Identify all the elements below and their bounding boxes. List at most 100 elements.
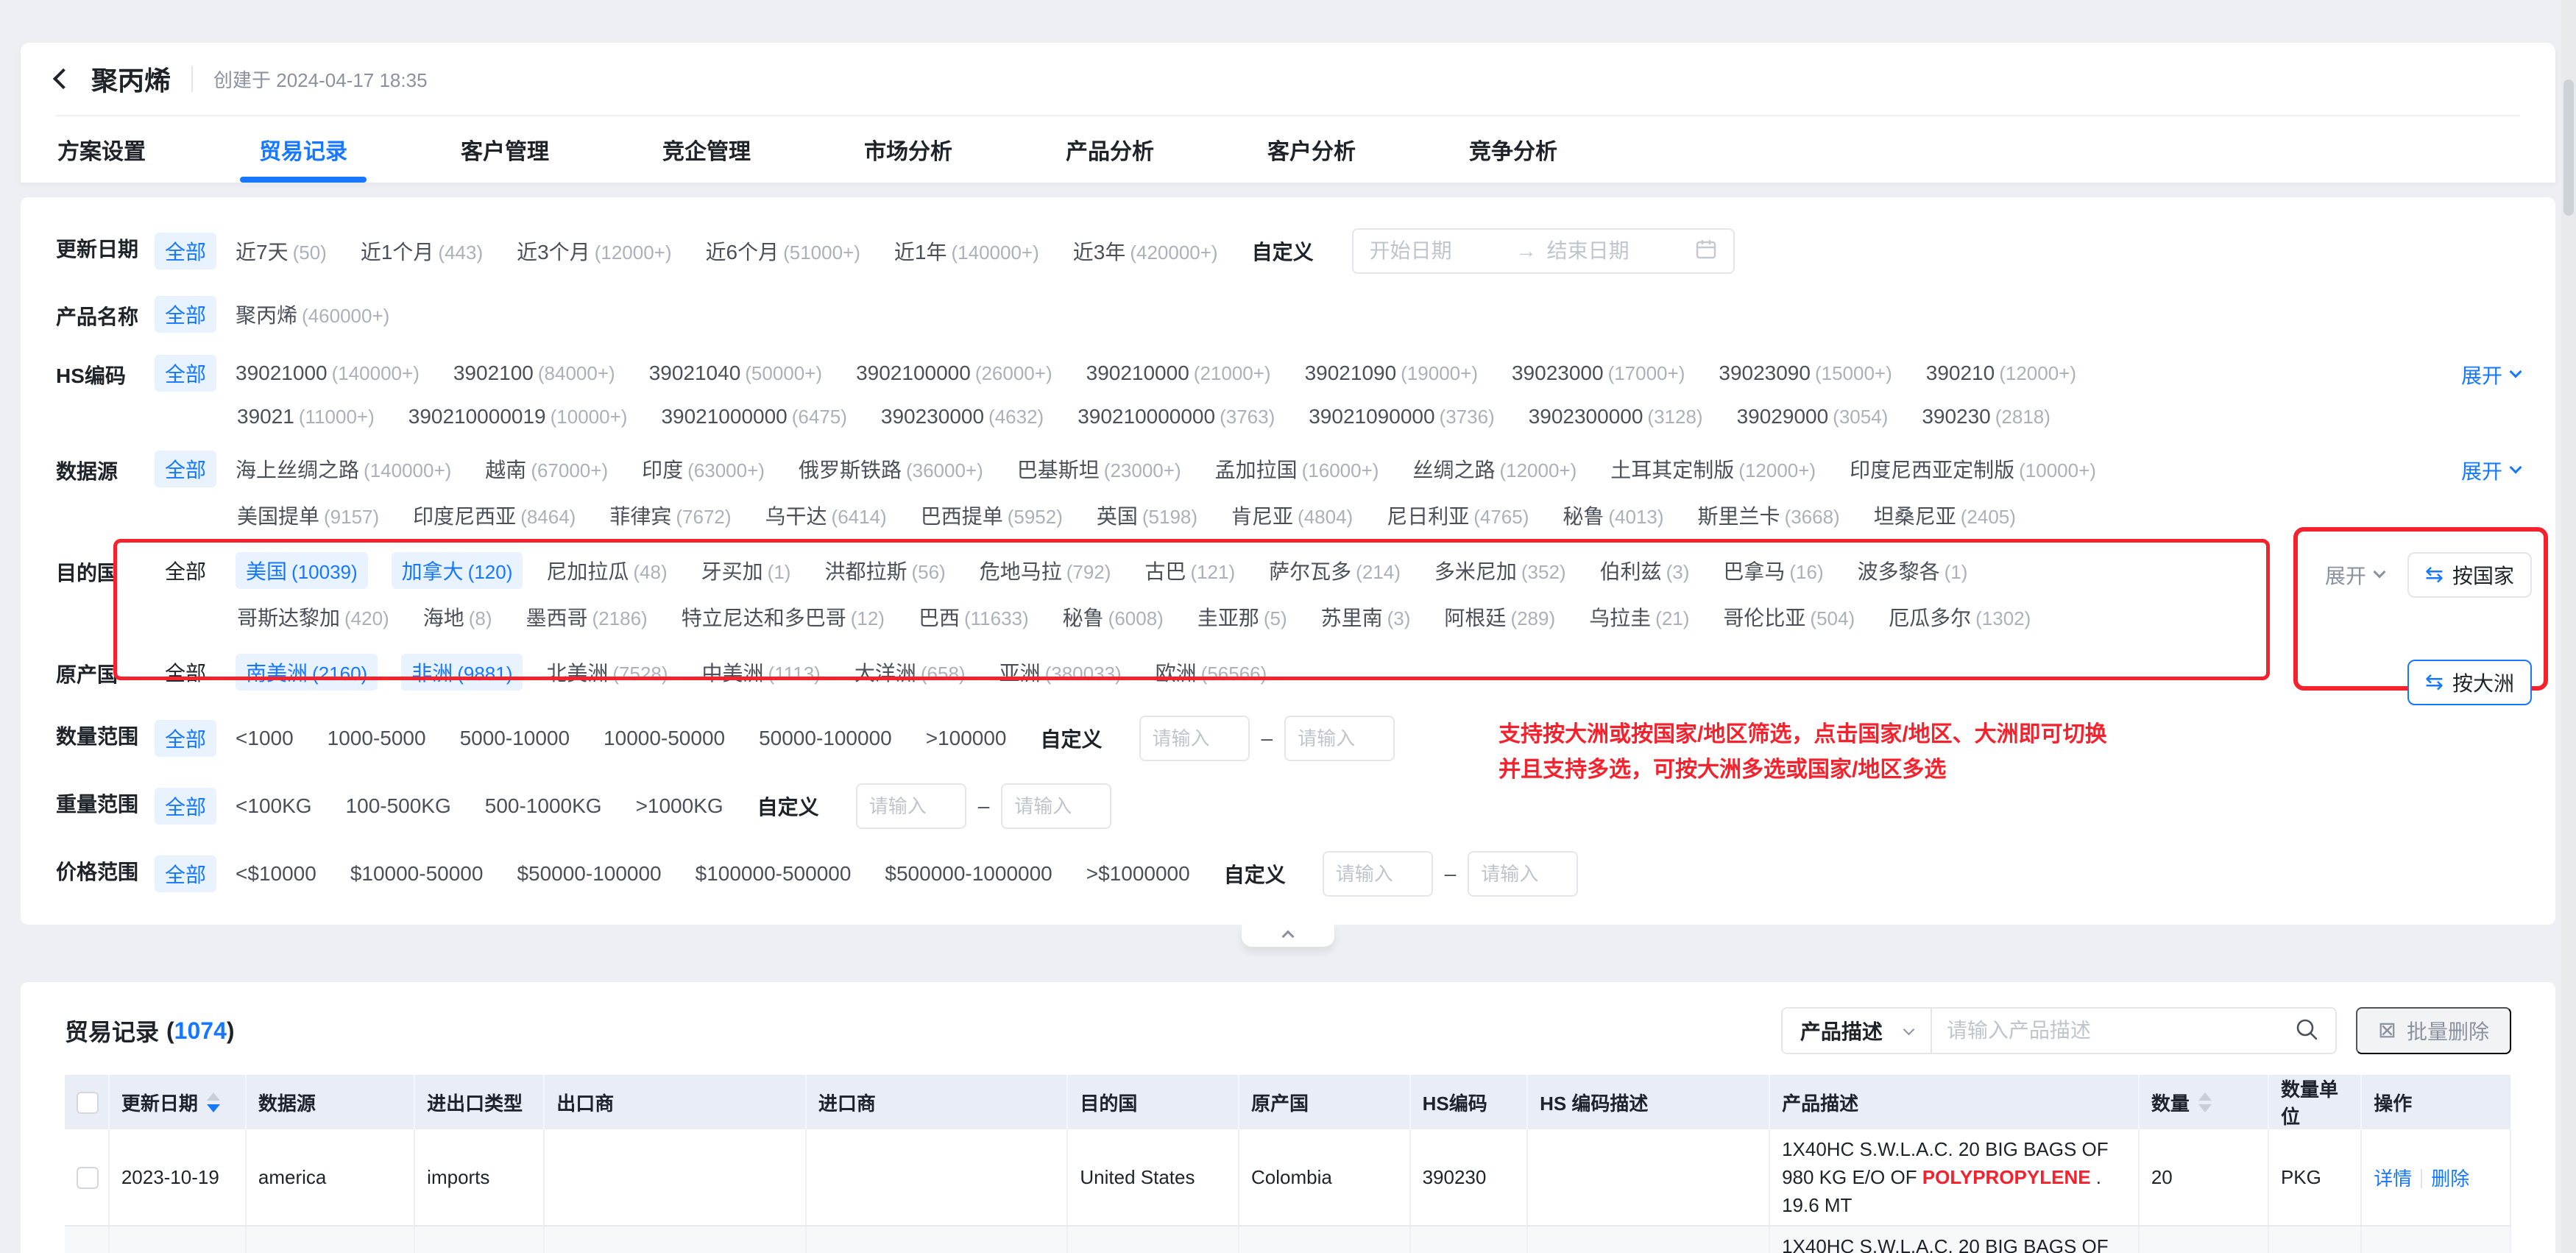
filter-all-tag[interactable]: 全部	[155, 355, 216, 392]
filter-option[interactable]: 危地马拉(792)	[980, 556, 1111, 585]
filter-all-tag[interactable]: 全部	[155, 720, 216, 757]
filter-option[interactable]: 近1年(140000+)	[894, 236, 1039, 266]
filter-option[interactable]: $10000-50000	[350, 862, 484, 886]
tab-item[interactable]: 竞企管理	[661, 116, 752, 183]
by-country-button[interactable]: ⇆按国家	[2407, 552, 2532, 598]
filter-option[interactable]: 阿根廷(289)	[1444, 602, 1555, 632]
filter-option[interactable]: 390210000000(3763)	[1078, 405, 1275, 428]
price-max-input[interactable]	[1468, 851, 1578, 897]
sort-desc-icon[interactable]	[2198, 1104, 2212, 1112]
filter-option[interactable]: 特立尼达和多巴哥(12)	[682, 602, 885, 632]
filter-option[interactable]: 近6个月(51000+)	[706, 236, 860, 266]
filter-option[interactable]: 秘鲁(4013)	[1563, 501, 1663, 530]
filter-option[interactable]: >$1000000	[1086, 862, 1190, 886]
filter-option[interactable]: 北美洲(7528)	[546, 657, 668, 687]
filter-all-tag[interactable]: 全部	[155, 451, 216, 487]
filter-option[interactable]: 50000-100000	[759, 727, 892, 750]
filter-option[interactable]: 39021040(50000+)	[649, 361, 822, 385]
sort-control[interactable]	[2198, 1093, 2212, 1112]
filter-option[interactable]: 美国(10039)	[236, 552, 368, 589]
filter-option[interactable]: 印度(63000+)	[642, 454, 765, 484]
filter-all-tag[interactable]: 全部	[155, 296, 216, 333]
filter-all-tag[interactable]: 全部	[155, 788, 216, 825]
filter-option[interactable]: 圭亚那(5)	[1197, 602, 1287, 632]
filter-option[interactable]: <100KG	[236, 794, 312, 818]
search-type-select[interactable]: 产品描述	[1783, 1009, 1932, 1053]
filter-option[interactable]: 10000-50000	[604, 727, 725, 750]
filter-all-tag[interactable]: 全部	[155, 855, 216, 892]
start-date-input[interactable]	[1370, 239, 1506, 263]
filter-option[interactable]: 巴基斯坦(23000+)	[1017, 454, 1181, 484]
filter-option[interactable]: 萨尔瓦多(214)	[1269, 556, 1401, 585]
filter-option[interactable]: 近7天(50)	[236, 236, 327, 266]
delete-link[interactable]: 删除	[2431, 1168, 2469, 1190]
filter-option[interactable]: 厄瓜多尔(1302)	[1889, 602, 2031, 632]
weight-min-input[interactable]	[856, 783, 966, 829]
column-header[interactable]: HS编码	[1410, 1075, 1528, 1129]
filter-option[interactable]: 聚丙烯(460000+)	[236, 300, 389, 329]
filter-option[interactable]: 伯利兹(3)	[1600, 556, 1690, 585]
filter-option[interactable]: 波多黎各(1)	[1858, 556, 1968, 585]
filter-option[interactable]: 墨西哥(2186)	[526, 602, 648, 632]
filter-option[interactable]: 南美洲(2160)	[236, 654, 378, 691]
filter-option[interactable]: 自定义	[1252, 236, 1314, 266]
filter-option[interactable]: 近3个月(12000+)	[517, 236, 671, 266]
filter-option[interactable]: 英国(5198)	[1097, 501, 1197, 530]
filter-option[interactable]: 肯尼亚(4804)	[1231, 501, 1353, 530]
filter-option[interactable]: 39021090000(3736)	[1309, 405, 1494, 428]
expand-link-gray[interactable]: 展开	[2325, 560, 2384, 590]
filter-option[interactable]: 500-1000KG	[485, 794, 602, 818]
filter-option[interactable]: 孟加拉国(16000+)	[1215, 454, 1379, 484]
filter-option[interactable]: 斯里兰卡(3668)	[1698, 501, 1840, 530]
filter-option[interactable]: <1000	[236, 727, 294, 750]
filter-option[interactable]: 39021000(140000+)	[236, 361, 420, 385]
filter-option[interactable]: 5000-10000	[460, 727, 570, 750]
search-icon[interactable]	[2294, 1017, 2319, 1045]
filter-option[interactable]: 自定义	[757, 791, 819, 821]
filter-option[interactable]: 洪都拉斯(56)	[824, 556, 945, 585]
calendar-icon[interactable]	[1695, 239, 1717, 264]
batch-delete-button[interactable]: ⊠批量删除	[2356, 1007, 2511, 1054]
column-header[interactable]: 数量单位	[2268, 1075, 2361, 1129]
filter-option[interactable]: 欧洲(56566)	[1156, 657, 1267, 687]
filter-option[interactable]: 3902300000(3128)	[1529, 405, 1703, 428]
select-all-checkbox[interactable]	[77, 1092, 99, 1114]
filter-option[interactable]: 尼加拉瓜(48)	[546, 556, 667, 585]
filter-option[interactable]: 390230(2818)	[1922, 405, 2050, 428]
sort-desc-icon[interactable]	[207, 1104, 220, 1112]
date-range-picker[interactable]: →	[1352, 228, 1735, 274]
column-header[interactable]: 产品描述	[1769, 1075, 2139, 1129]
filter-option[interactable]: 哥斯达黎加(420)	[237, 602, 389, 632]
filter-option[interactable]: 菲律宾(7672)	[609, 501, 731, 530]
filter-option[interactable]: 牙买加(1)	[701, 556, 791, 585]
filter-option[interactable]: 坦桑尼亚(2405)	[1874, 501, 2016, 530]
filter-option[interactable]: 1000-5000	[328, 727, 426, 750]
weight-max-input[interactable]	[1001, 783, 1111, 829]
quantity-min-input[interactable]	[1139, 716, 1250, 761]
filter-option[interactable]: 古巴(121)	[1144, 556, 1235, 585]
filter-option[interactable]: 丝绸之路(12000+)	[1412, 454, 1577, 484]
filter-all-tag[interactable]: 全部	[155, 233, 216, 269]
price-min-input[interactable]	[1323, 851, 1433, 897]
quantity-max-input[interactable]	[1284, 716, 1395, 761]
expand-link[interactable]: 展开	[2461, 451, 2520, 485]
filter-option[interactable]: 近3年(420000+)	[1073, 236, 1218, 266]
filter-option[interactable]: 多米尼加(352)	[1434, 556, 1566, 585]
filter-option[interactable]: 自定义	[1224, 859, 1286, 889]
filter-option[interactable]: 印度尼西亚定制版(10000+)	[1850, 454, 2096, 484]
column-header[interactable]: 数量	[2139, 1075, 2268, 1129]
filter-option[interactable]: 大洋洲(658)	[854, 657, 966, 687]
filter-option[interactable]: 自定义	[1041, 724, 1103, 753]
collapse-filters-tab[interactable]	[1242, 923, 1334, 947]
filter-option[interactable]: 越南(67000+)	[485, 454, 608, 484]
filter-option[interactable]: 亚洲(380033)	[999, 657, 1122, 687]
filter-option[interactable]: 俄罗斯铁路(36000+)	[799, 454, 983, 484]
tab-item[interactable]: 产品分析	[1064, 116, 1156, 183]
filter-option[interactable]: 加拿大(120)	[392, 552, 523, 589]
column-header[interactable]: 操作	[2361, 1075, 2510, 1129]
filter-option[interactable]: 39021090(19000+)	[1305, 361, 1478, 385]
filter-option[interactable]: 39023000(17000+)	[1512, 361, 1685, 385]
column-header[interactable]: 出口商	[544, 1075, 806, 1129]
filter-option[interactable]: 非洲(9881)	[401, 654, 523, 691]
filter-option[interactable]: 39021(11000+)	[237, 405, 375, 428]
